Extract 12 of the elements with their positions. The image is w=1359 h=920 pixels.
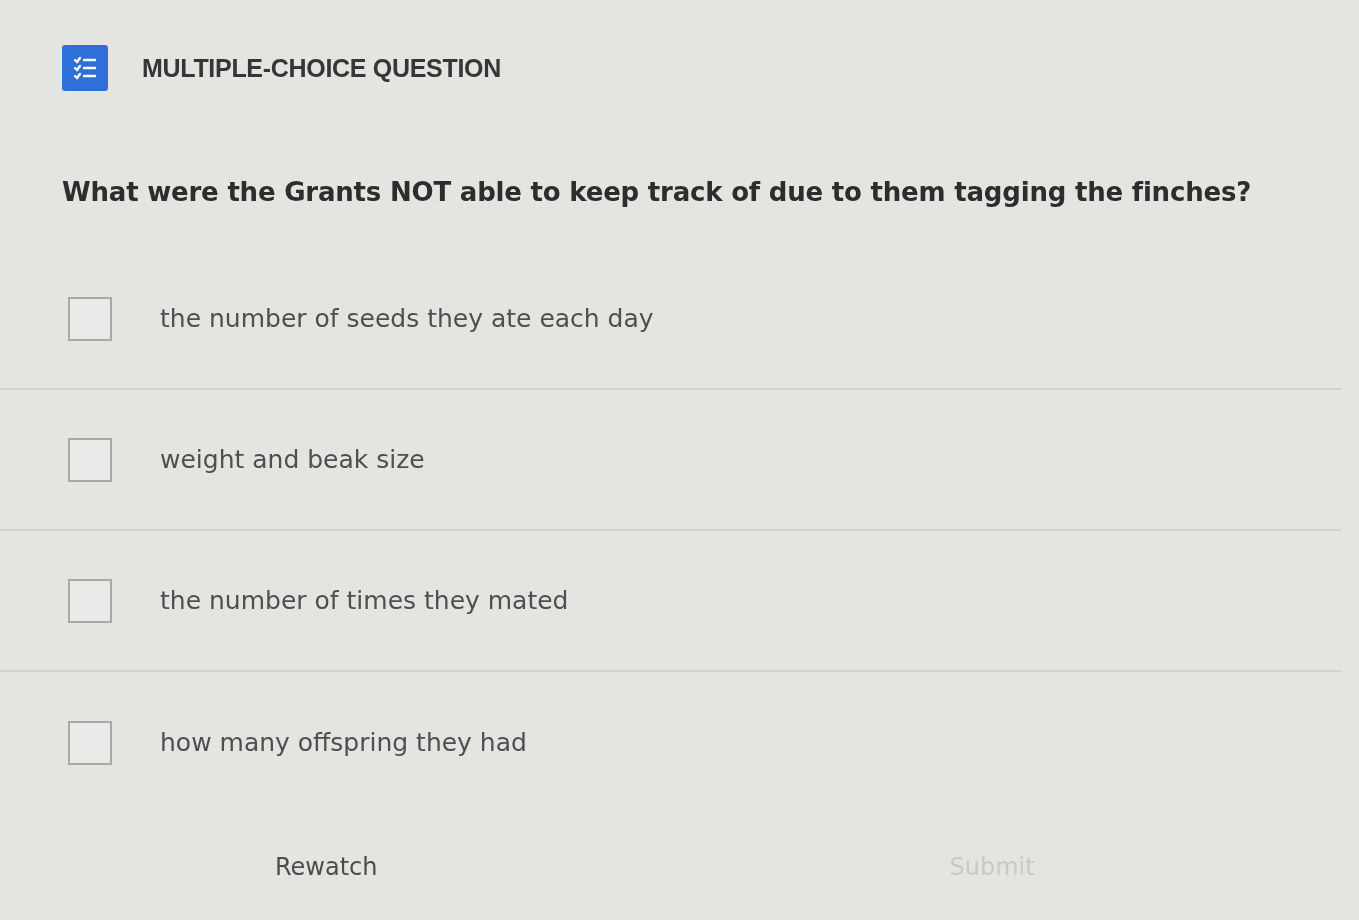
checklist-icon <box>62 45 108 91</box>
checkbox[interactable] <box>68 437 112 482</box>
checkbox[interactable] <box>68 578 112 623</box>
question-text: What were the Grants NOT able to keep track of due to them tagging the finches? <box>62 176 1253 209</box>
rewatch-button[interactable]: Rewatch <box>275 846 378 887</box>
checkbox[interactable] <box>68 296 112 341</box>
answer-option[interactable]: how many offspring they had <box>160 728 527 757</box>
checkbox[interactable] <box>68 720 112 765</box>
question-type-title: MULTIPLE-CHOICE QUESTION <box>142 53 501 83</box>
answer-option[interactable]: the number of times they mated <box>160 586 569 615</box>
answer-option[interactable]: the number of seeds they ate each day <box>160 304 654 333</box>
answer-option[interactable]: weight and beak size <box>160 445 425 474</box>
